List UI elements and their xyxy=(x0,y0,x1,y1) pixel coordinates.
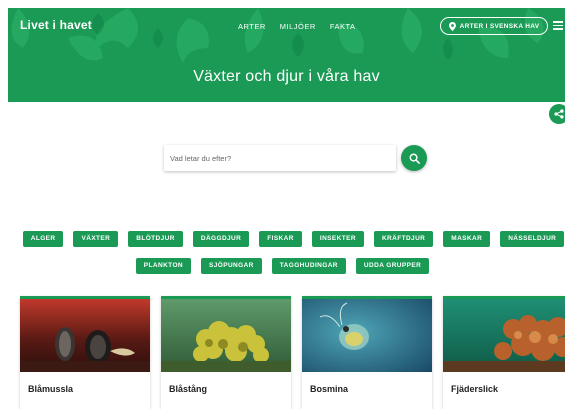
species-name: Blåmussla xyxy=(28,384,74,394)
category-blotdjur[interactable]: BLÖTDJUR xyxy=(128,231,183,247)
species-image xyxy=(161,299,291,372)
category-row-1: ALGER VÄXTER BLÖTDJUR DÄGGDJUR FISKAR IN… xyxy=(0,231,565,247)
species-card[interactable]: Fjäderslick xyxy=(443,296,565,409)
share-icon xyxy=(554,109,564,119)
category-vaxter[interactable]: VÄXTER xyxy=(73,231,119,247)
category-tagghudingar[interactable]: TAGGHUDINGAR xyxy=(271,258,346,274)
search-input[interactable] xyxy=(164,145,396,171)
category-sjopungar[interactable]: SJÖPUNGAR xyxy=(201,258,262,274)
category-insekter[interactable]: INSEKTER xyxy=(311,231,364,247)
share-button[interactable] xyxy=(549,104,565,124)
search-box xyxy=(164,145,396,171)
search-button[interactable] xyxy=(401,145,427,171)
main-nav: ARTER MILJÖER FAKTA xyxy=(238,22,356,31)
nav-fakta[interactable]: FAKTA xyxy=(330,22,356,31)
nav-miljoer[interactable]: MILJÖER xyxy=(280,22,316,31)
category-alger[interactable]: ALGER xyxy=(22,231,64,247)
species-card[interactable]: Blåmussla xyxy=(20,296,150,409)
category-daggdjur[interactable]: DÄGGDJUR xyxy=(192,231,250,247)
category-maskar[interactable]: MASKAR xyxy=(443,231,491,247)
species-name: Bosmina xyxy=(310,384,349,394)
category-row-2: PLANKTON SJÖPUNGAR TAGGHUDINGAR UDDA GRU… xyxy=(0,258,565,274)
site-header: Livet i havet ARTER MILJÖER FAKTA ARTER … xyxy=(8,8,565,102)
category-kraftdjur[interactable]: KRÄFTDJUR xyxy=(373,231,434,247)
species-name: Fjäderslick xyxy=(451,384,499,394)
menu-icon[interactable] xyxy=(553,21,563,30)
nav-arter[interactable]: ARTER xyxy=(238,22,266,31)
location-pin-icon xyxy=(448,21,456,31)
site-logo[interactable]: Livet i havet xyxy=(20,18,92,32)
page-title: Växter och djur i våra hav xyxy=(193,68,380,85)
region-button-label: ARTER I SVENSKA HAV xyxy=(459,22,540,30)
species-card[interactable]: Bosmina xyxy=(302,296,432,409)
category-udda-grupper[interactable]: UDDA GRUPPER xyxy=(355,258,430,274)
category-plankton[interactable]: PLANKTON xyxy=(135,258,191,274)
species-name: Blåstång xyxy=(169,384,208,394)
species-cards: Blåmussla Blåstång Bosmina Fjäderslick xyxy=(20,296,565,409)
category-fiskar[interactable]: FISKAR xyxy=(259,231,302,247)
category-nasseldjur[interactable]: NÄSSELDJUR xyxy=(500,231,565,247)
species-image xyxy=(20,299,150,372)
species-image xyxy=(443,299,565,372)
search-icon xyxy=(409,153,420,164)
species-card[interactable]: Blåstång xyxy=(161,296,291,409)
region-button[interactable]: ARTER I SVENSKA HAV xyxy=(440,17,548,35)
species-image xyxy=(302,299,432,372)
